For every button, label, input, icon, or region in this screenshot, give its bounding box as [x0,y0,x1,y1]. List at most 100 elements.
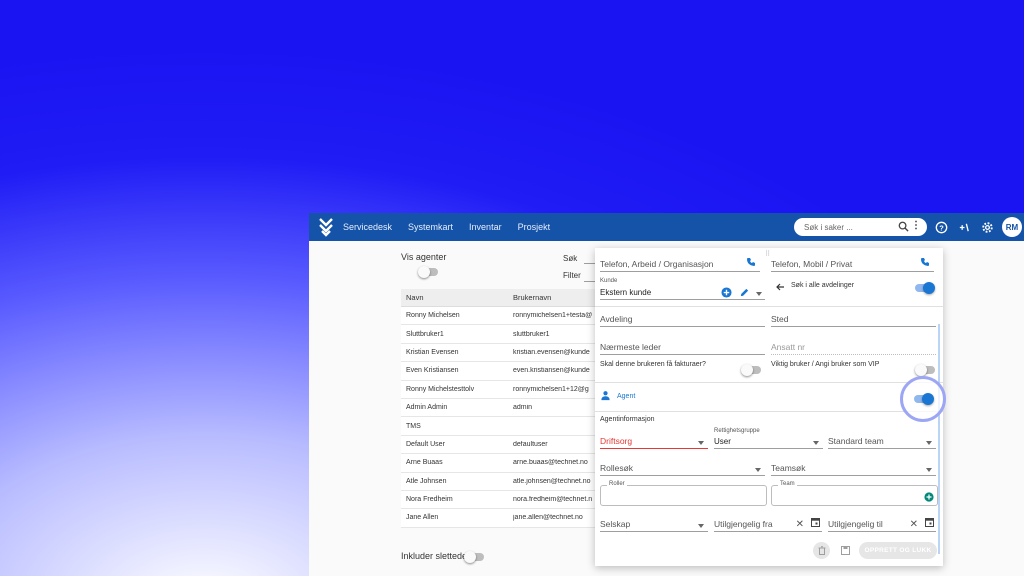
cell-name: Admin Admin [406,404,448,412]
search-all-departments-toggle[interactable] [915,282,935,294]
show-agents-toggle[interactable] [418,266,438,278]
table-row[interactable]: Arne Buaas arne.buaas@technet.no [401,454,601,473]
company-select[interactable]: Selskap [600,518,708,532]
search-label: Søk [563,254,578,263]
cell-name: Default User [406,440,445,448]
table-row[interactable]: TMS [401,417,601,436]
cell-name: TMS [406,422,421,430]
nav-inventar[interactable]: Inventar [469,222,502,232]
unavailable-to-field[interactable]: Utilgjengelig til ✕ [828,518,936,532]
section-divider [595,306,943,307]
table-row[interactable]: Ronny Michelstesttolv ronnymichelsen1+12@… [401,381,601,399]
org-select[interactable]: Driftsorg [600,435,708,449]
chevron-down-icon[interactable] [698,524,704,528]
roles-legend: Roller [607,481,627,487]
nav-systemkart[interactable]: Systemkart [408,222,453,232]
arrow-back-icon[interactable] [775,282,785,295]
cell-username: kristian.evensen@kunde [513,348,590,356]
case-search-input[interactable]: Søk i saker ... ⋮ [794,218,927,236]
column-name-header[interactable]: Navn [401,293,513,302]
svg-text:?: ? [939,223,944,232]
add-circle-icon[interactable] [721,287,732,301]
user-avatar[interactable]: RM [1002,217,1022,237]
chevron-down-icon[interactable] [926,468,932,472]
employee-no-field[interactable]: Ansatt nr [771,341,936,355]
nav-prosjekt[interactable]: Prosjekt [518,222,551,232]
invoice-toggle[interactable] [741,364,761,376]
search-icon[interactable] [898,221,909,234]
location-placeholder: Sted [771,314,789,324]
table-row[interactable]: Even Kristiansen even.kristiansen@kunde [401,362,601,381]
employee-no-placeholder: Ansatt nr [771,342,806,352]
more-vert-icon[interactable]: ⋮ [911,220,921,231]
section-divider [595,411,943,412]
save-button[interactable] [837,542,854,559]
app-logo-icon[interactable] [309,213,343,241]
team-legend: Team [778,481,797,487]
calendar-icon[interactable] [925,517,934,529]
cell-username: ronnymichelsen1+testa@ [513,312,593,320]
standard-team-placeholder: Standard team [828,436,884,446]
location-field[interactable]: Sted [771,313,936,327]
department-field[interactable]: Avdeling [600,313,765,327]
clear-icon[interactable]: ✕ [796,519,804,530]
clear-icon[interactable]: ✕ [910,519,918,530]
create-and-close-button[interactable]: OPPRETT OG LUKK [859,542,937,559]
table-row[interactable]: Kristian Evensen kristian.evensen@kunde [401,344,601,363]
phone-icon[interactable] [746,257,756,269]
help-icon[interactable]: ? [933,219,949,235]
case-search-placeholder: Søk i saker ... [804,222,853,232]
cell-name: Jane Allen [406,514,439,522]
column-username-header[interactable]: Brukernavn [513,293,601,302]
phone-work-field[interactable]: Telefon, Arbeid / Organisasjon [600,258,760,272]
section-divider [595,382,943,383]
cell-name: Ronny Michelsen [406,312,460,320]
rights-group-select[interactable]: User [714,435,823,449]
phone-work-placeholder: Telefon, Arbeid / Organisasjon [600,259,714,269]
gear-icon[interactable] [979,219,995,235]
table-row[interactable]: Default User defaultuser [401,436,601,455]
user-form-dialog: ⠿ Telefon, Arbeid / Organisasjon Telefon… [595,248,943,566]
table-row[interactable]: Atle Johnsen atle.johnsen@technet.no [401,473,601,491]
cell-username: atle.johnsen@technet.no [513,477,591,485]
calendar-icon[interactable] [811,517,820,529]
team-search-placeholder: Teamsøk [771,463,806,473]
include-deleted-toggle[interactable] [464,551,484,563]
table-row[interactable]: Ronny Michelsen ronnymichelsen1+testa@ [401,307,601,326]
table-row[interactable]: Nora Fredheim nora.fredheim@technet.n [401,491,601,510]
table-row[interactable]: Admin Admin admin [401,399,601,418]
table-row[interactable]: Sluttbruker1 sluttbruker1 [401,325,601,344]
manager-field[interactable]: Nærmeste leder [600,341,765,355]
roles-box[interactable]: Roller [600,481,767,506]
cell-username: defaultuser [513,440,548,448]
chevron-down-icon[interactable] [756,292,762,296]
unavailable-from-field[interactable]: Utilgjengelig fra ✕ [714,518,822,532]
users-table: Navn Brukernavn Ronny Michelsen ronnymich… [401,289,601,528]
table-row[interactable]: Jane Allen jane.allen@technet.no [401,509,601,528]
cell-name: Sluttbruker1 [406,330,444,338]
cell-name: Arne Buaas [406,459,443,467]
chevron-down-icon[interactable] [813,441,819,445]
phone-mobile-field[interactable]: Telefon, Mobil / Privat [771,258,934,272]
department-placeholder: Avdeling [600,314,633,324]
role-search-select[interactable]: Rollesøk [600,462,765,476]
chevron-down-icon[interactable] [698,441,704,445]
add-team-icon[interactable] [924,492,934,505]
agent-toggle[interactable] [914,393,934,405]
drag-handle-icon[interactable]: ⠿ [765,250,771,258]
scrollbar-track[interactable] [938,324,940,554]
quick-action-icon[interactable] [956,219,972,235]
nav-servicedesk[interactable]: Servicedesk [343,222,392,232]
team-box[interactable]: Team [771,481,938,506]
standard-team-select[interactable]: Standard team [828,435,936,449]
chevron-down-icon[interactable] [926,441,932,445]
customer-value[interactable]: Ekstern kunde [600,288,651,297]
team-search-select[interactable]: Teamsøk [771,462,936,476]
chevron-down-icon[interactable] [755,468,761,472]
filter-label: Filter [563,271,581,280]
edit-pencil-icon[interactable] [739,287,750,301]
phone-icon[interactable] [920,257,930,269]
delete-button[interactable] [813,542,830,559]
vip-toggle[interactable] [915,364,935,376]
cell-username: admin [513,404,533,412]
